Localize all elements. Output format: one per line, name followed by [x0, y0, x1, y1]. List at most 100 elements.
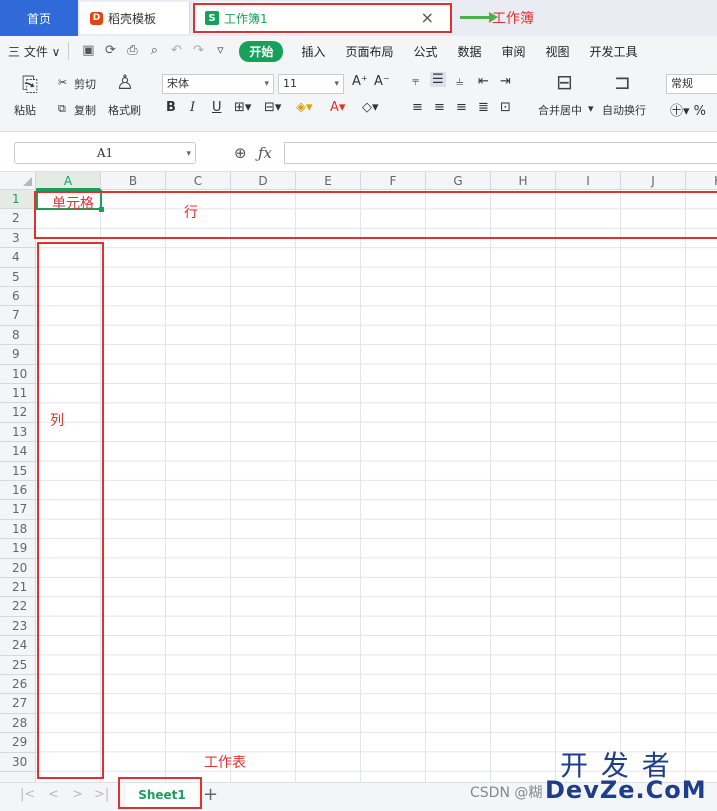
function-icon[interactable]: ƒx — [258, 144, 272, 162]
row-header[interactable]: 14 — [0, 442, 36, 462]
format-painter-icon[interactable]: ♙ — [116, 70, 134, 94]
print-preview-icon[interactable]: ⌕ — [147, 44, 161, 58]
indent-increase-icon[interactable]: ⇥ — [500, 74, 511, 89]
row-header[interactable]: 21 — [0, 578, 36, 598]
scissors-icon[interactable]: ✂ — [58, 76, 67, 89]
row-header[interactable]: 8 — [0, 326, 36, 346]
row-header[interactable]: 20 — [0, 559, 36, 578]
add-sheet-icon[interactable]: + — [203, 784, 218, 805]
justify-icon[interactable]: ≣ — [478, 100, 489, 115]
row-header[interactable]: 30 — [0, 753, 36, 772]
column-header-d[interactable]: D — [231, 172, 296, 190]
row-header[interactable]: 22 — [0, 597, 36, 617]
row-header[interactable]: 2 — [0, 209, 36, 229]
row-header[interactable]: 5 — [0, 268, 36, 287]
italic-button[interactable]: I — [190, 100, 195, 115]
font-color-icon[interactable]: A▾ — [330, 100, 345, 115]
customize-icon[interactable]: ▿ — [213, 44, 227, 58]
row-header[interactable]: 26 — [0, 675, 36, 695]
row-header[interactable]: 27 — [0, 694, 36, 714]
paste-button[interactable]: 粘贴 — [14, 102, 36, 118]
row-header[interactable]: 10 — [0, 365, 36, 384]
sheet-tab-sheet1[interactable]: Sheet1 — [126, 783, 198, 807]
print-icon[interactable]: ⎙ — [125, 44, 139, 58]
save-icon[interactable]: ▣ — [81, 44, 95, 58]
align-left-icon[interactable]: ≡ — [412, 100, 423, 115]
prev-sheet-icon[interactable]: < — [48, 787, 59, 802]
row-header[interactable]: 17 — [0, 500, 36, 520]
row-header[interactable]: 18 — [0, 520, 36, 540]
menu-start[interactable]: 开始 — [239, 40, 284, 62]
clear-format-icon[interactable]: ◇▾ — [362, 100, 379, 115]
row-header[interactable]: 11 — [0, 384, 36, 404]
column-header-e[interactable]: E — [296, 172, 361, 190]
name-box[interactable]: A1 ▾ — [14, 142, 196, 164]
column-header-h[interactable]: H — [491, 172, 556, 190]
row-header[interactable]: 12 — [0, 403, 36, 423]
menu-formulas[interactable]: 公式 — [413, 43, 437, 60]
align-right-icon[interactable]: ≡ — [456, 100, 467, 115]
column-header-j[interactable]: J — [621, 172, 686, 190]
column-header-g[interactable]: G — [426, 172, 491, 190]
row-header[interactable]: 7 — [0, 306, 36, 326]
font-name-select[interactable]: 宋体 ▾ — [162, 74, 274, 94]
format-painter-button[interactable]: 格式刷 — [108, 102, 141, 118]
fill-color-icon[interactable]: ◈▾ — [296, 100, 313, 115]
distribute-icon[interactable]: ⊡ — [500, 100, 511, 115]
indent-decrease-icon[interactable]: ⇤ — [478, 74, 489, 89]
column-header-b[interactable]: B — [101, 172, 166, 190]
column-header-i[interactable]: I — [556, 172, 621, 190]
redo-icon[interactable]: ↷ — [191, 44, 205, 58]
cell-style-icon[interactable]: ⊟▾ — [264, 100, 281, 115]
first-sheet-icon[interactable]: |< — [20, 787, 35, 802]
row-header[interactable]: 4 — [0, 248, 36, 268]
export-icon[interactable]: ⟳ — [103, 44, 117, 58]
menu-data[interactable]: 数据 — [457, 43, 481, 60]
wrap-text-icon[interactable]: ⊐ — [614, 70, 631, 94]
copy-icon[interactable]: ⧉ — [58, 102, 66, 116]
formula-input[interactable] — [284, 142, 717, 164]
undo-icon[interactable]: ↶ — [169, 44, 183, 58]
row-header[interactable]: 16 — [0, 481, 36, 501]
merge-center-button[interactable]: 合并居中 — [538, 102, 582, 118]
row-header[interactable]: 9 — [0, 345, 36, 365]
cell-area[interactable] — [36, 190, 717, 782]
row-header[interactable]: 24 — [0, 636, 36, 656]
font-size-select[interactable]: 11 ▾ — [278, 74, 344, 94]
borders-icon[interactable]: ⊞▾ — [234, 100, 251, 115]
row-header[interactable]: 13 — [0, 423, 36, 443]
align-center-icon[interactable]: ≡ — [434, 100, 445, 115]
align-middle-icon[interactable]: ☰ — [430, 72, 446, 87]
next-sheet-icon[interactable]: > — [72, 787, 83, 802]
cut-button[interactable]: 剪切 — [74, 76, 96, 92]
paste-icon[interactable]: ⎘ — [22, 72, 38, 96]
shrink-font-button[interactable]: A⁻ — [374, 74, 390, 89]
wrap-text-button[interactable]: 自动换行 — [602, 102, 646, 118]
row-header[interactable]: 6 — [0, 287, 36, 307]
row-header[interactable]: 1 — [0, 190, 36, 210]
grow-font-button[interactable]: A⁺ — [352, 74, 368, 89]
tab-workbook[interactable]: S 工作簿1 × — [195, 2, 450, 34]
bold-button[interactable]: B — [166, 100, 176, 115]
row-header[interactable]: 19 — [0, 539, 36, 559]
tab-home[interactable]: 首页 — [0, 0, 78, 36]
zoom-search-icon[interactable]: ⊕ — [234, 144, 247, 162]
underline-button[interactable]: U — [212, 100, 222, 115]
align-top-icon[interactable]: ⫧ — [412, 74, 419, 89]
close-tab-icon[interactable]: × — [421, 8, 434, 27]
number-format-select[interactable]: 常规 — [666, 74, 717, 94]
select-all-corner[interactable] — [0, 172, 36, 190]
merge-center-icon[interactable]: ⊟ — [556, 70, 573, 94]
menu-view[interactable]: 视图 — [546, 43, 570, 60]
column-header-a[interactable]: A — [36, 172, 101, 190]
row-header[interactable]: 28 — [0, 714, 36, 734]
column-header-f[interactable]: F — [361, 172, 426, 190]
file-menu[interactable]: 三 文件 ∨ — [8, 43, 60, 60]
column-header-c[interactable]: C — [166, 172, 231, 190]
copy-button[interactable]: 复制 — [74, 102, 96, 118]
row-header[interactable]: 29 — [0, 733, 36, 753]
column-header-k[interactable]: K — [686, 172, 717, 190]
last-sheet-icon[interactable]: >| — [94, 787, 109, 802]
align-bottom-icon[interactable]: ⫨ — [456, 74, 463, 89]
row-header[interactable]: 15 — [0, 462, 36, 481]
